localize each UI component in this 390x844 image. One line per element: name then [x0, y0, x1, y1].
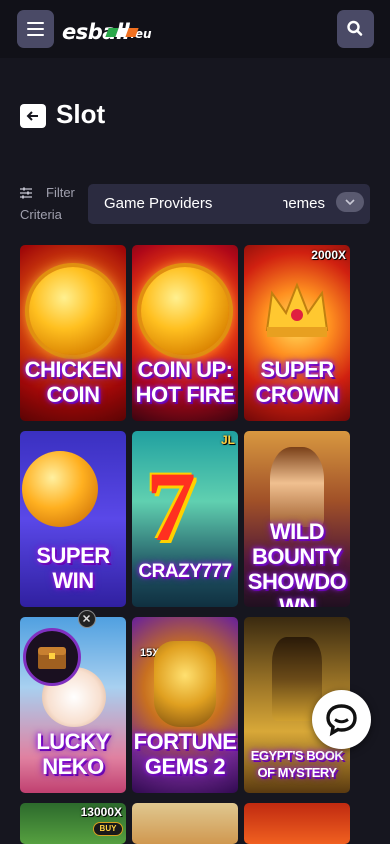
menu-button[interactable] [17, 10, 54, 48]
multiplier-badge: 2000X [311, 248, 346, 262]
game-card[interactable] [244, 803, 350, 844]
game-card[interactable]: COIN UP: HOT FIRE [132, 245, 238, 421]
chat-button[interactable] [312, 690, 371, 749]
game-card[interactable]: 15X 5X FORTUNE GEMS 2 [132, 617, 238, 793]
game-card[interactable]: CHICKEN COIN [20, 245, 126, 421]
arrow-left-icon [26, 111, 38, 121]
page-title: Slot [56, 99, 106, 129]
search-button[interactable] [337, 10, 374, 48]
multiplier-badge: 13000X [80, 805, 122, 819]
treasure-chest-icon [38, 647, 66, 669]
game-card[interactable]: SUPER WIN [20, 431, 126, 607]
chat-bubble-icon [326, 704, 357, 737]
game-title: LUCKY NEKO [36, 729, 110, 779]
search-icon [347, 20, 363, 36]
game-card[interactable]: JL 7 CRAZY777 [132, 431, 238, 607]
themes-label: Themes [283, 195, 325, 212]
filter-dropdown-button[interactable] [336, 192, 364, 212]
chicken-coin-art [29, 267, 117, 355]
fire-coin-art [141, 267, 229, 355]
game-card[interactable]: 2000X SUPER CROWN [244, 245, 350, 421]
game-card[interactable] [132, 803, 238, 844]
game-title: SUPER WIN [36, 543, 110, 593]
seven-art: 7 [146, 451, 196, 562]
game-providers-select[interactable]: Game Providers [104, 195, 212, 212]
filter-bar: Game Providers Themes [88, 184, 370, 224]
buy-badge: BUY [93, 822, 123, 836]
sliders-icon [20, 187, 32, 199]
game-title: CRAZY777 [138, 561, 232, 582]
themes-select[interactable]: Themes [283, 195, 325, 215]
game-title: WILD BOUNTY SHOWDO WN [247, 519, 347, 607]
filter-label: Filter [46, 185, 75, 200]
back-button[interactable] [20, 104, 46, 128]
promo-avatar[interactable] [23, 628, 81, 686]
game-title: CHICKEN COIN [24, 357, 122, 407]
game-title: EGYPT'S BOOK OF MYSTERY [250, 748, 344, 780]
game-title: COIN UP: HOT FIRE [135, 357, 235, 407]
crown-art [265, 282, 329, 337]
logo[interactable]: esball .eu [62, 16, 152, 44]
chevron-down-icon [345, 199, 355, 206]
logo-flag-icon [105, 28, 139, 37]
close-promo-button[interactable] [78, 610, 96, 628]
star-coin-art [22, 451, 98, 527]
cowgirl-art [270, 447, 324, 527]
game-card[interactable]: WILD BOUNTY SHOWDO WN [244, 431, 350, 607]
criteria-label: Criteria [20, 207, 62, 222]
game-title: SUPER CROWN [255, 357, 339, 407]
golden-mask-art [154, 641, 216, 727]
jili-badge: JL [220, 433, 235, 447]
game-title: FORTUNE GEMS 2 [133, 729, 237, 779]
top-bar: esball .eu [0, 0, 390, 58]
close-icon [82, 614, 91, 623]
